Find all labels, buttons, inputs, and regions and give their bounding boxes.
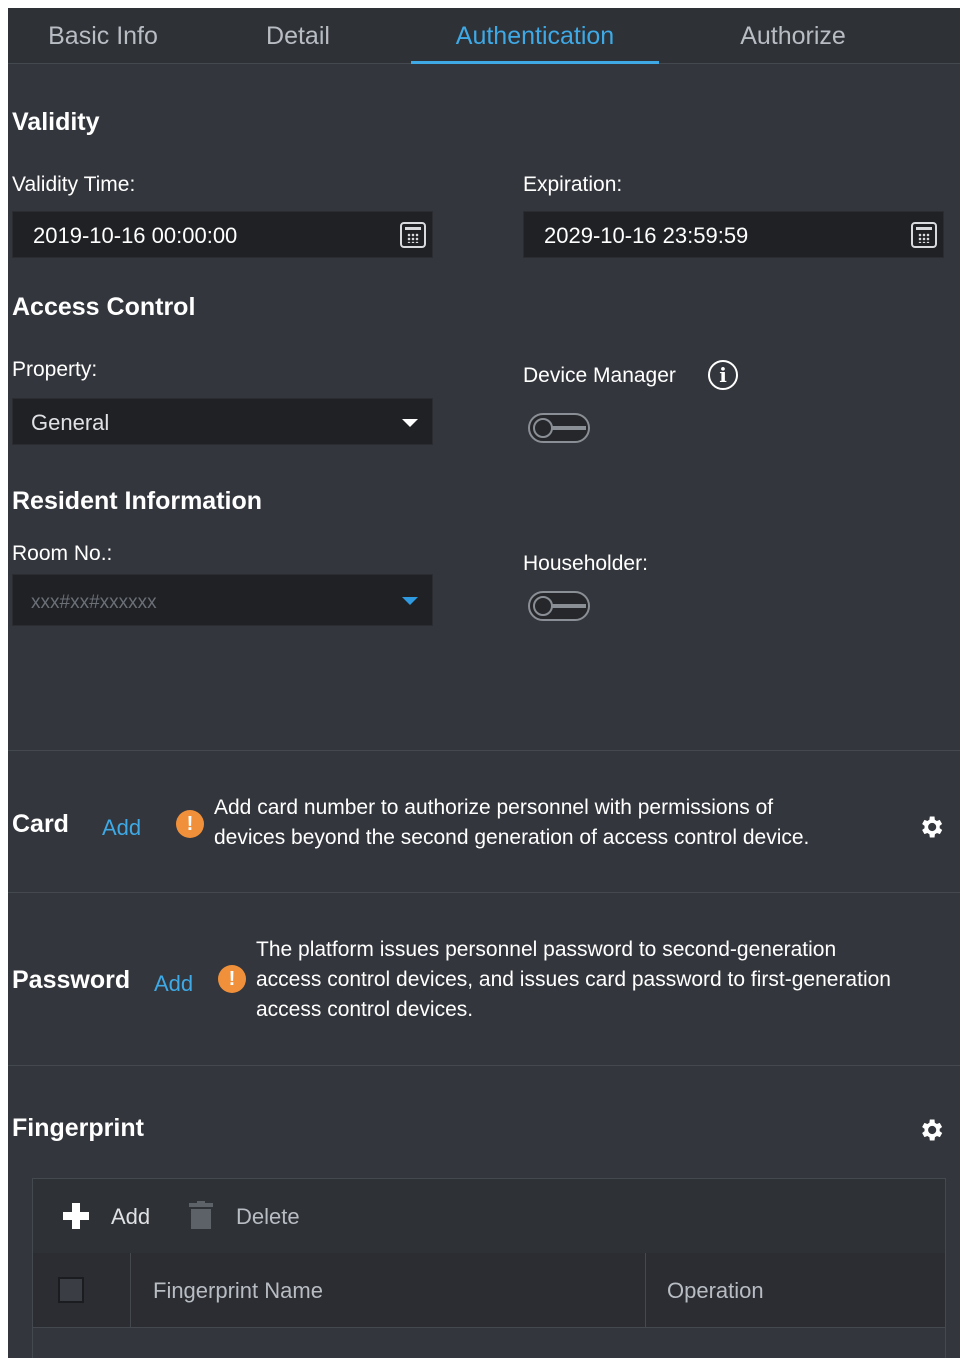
device-manager-label: Device Manager xyxy=(523,364,676,387)
divider xyxy=(8,750,960,751)
add-password-link[interactable]: Add xyxy=(154,971,193,997)
validity-section-title: Validity xyxy=(12,108,100,136)
expiration-label: Expiration: xyxy=(523,173,623,196)
room-no-placeholder: xxx#xx#xxxxxx xyxy=(31,592,157,613)
fingerprint-section-title: Fingerprint xyxy=(12,1114,144,1142)
fingerprint-add-button[interactable]: Add xyxy=(111,1179,150,1253)
divider xyxy=(8,1065,960,1066)
room-no-label: Room No.: xyxy=(12,542,113,565)
card-hint: Add card number to authorize personnel w… xyxy=(214,793,809,853)
property-label: Property: xyxy=(12,358,98,381)
fingerprint-table: Add Delete Fingerprint Name Operation xyxy=(32,1178,946,1358)
column-separator xyxy=(130,1253,131,1327)
householder-toggle[interactable] xyxy=(528,591,590,621)
password-section-title: Password xyxy=(12,966,131,994)
expiration-value: 2029-10-16 23:59:59 xyxy=(544,223,749,248)
chevron-down-icon xyxy=(402,597,418,605)
property-select[interactable]: General xyxy=(12,398,433,445)
room-no-select[interactable]: xxx#xx#xxxxxx xyxy=(12,574,433,626)
calendar-icon[interactable] xyxy=(911,222,937,248)
add-card-link[interactable]: Add xyxy=(102,815,141,841)
tab-bar: Basic Info Detail Authentication Authori… xyxy=(8,8,960,64)
password-hint-line-1: The platform issues personnel password t… xyxy=(256,938,837,961)
expiration-field[interactable]: 2029-10-16 23:59:59 xyxy=(523,211,944,258)
card-hint-line-1: Add card number to authorize personnel w… xyxy=(214,796,774,819)
tab-authentication[interactable]: Authentication xyxy=(411,8,659,64)
select-all-checkbox[interactable] xyxy=(58,1277,84,1303)
validity-time-field[interactable]: 2019-10-16 00:00:00 xyxy=(12,211,433,258)
column-fingerprint-name: Fingerprint Name xyxy=(153,1278,323,1303)
chevron-down-icon xyxy=(402,419,418,427)
fingerprint-table-header: Fingerprint Name Operation xyxy=(33,1253,945,1328)
person-edit-panel: Basic Info Detail Authentication Authori… xyxy=(8,8,960,1358)
password-hint-line-2: access control devices, and issues card … xyxy=(256,968,891,991)
fingerprint-delete-button[interactable]: Delete xyxy=(236,1179,300,1253)
info-icon[interactable]: i xyxy=(708,360,738,390)
column-operation: Operation xyxy=(667,1278,764,1303)
column-separator xyxy=(645,1253,646,1327)
password-hint-line-3: access control devices. xyxy=(256,998,474,1021)
warning-icon: ! xyxy=(218,965,246,993)
householder-label: Householder: xyxy=(523,552,648,575)
gear-icon[interactable] xyxy=(917,1116,945,1144)
trash-icon xyxy=(189,1201,213,1229)
tab-basic-info[interactable]: Basic Info xyxy=(8,8,198,63)
validity-time-value: 2019-10-16 00:00:00 xyxy=(33,223,238,248)
plus-icon[interactable] xyxy=(63,1203,89,1229)
divider xyxy=(8,892,960,893)
validity-time-label: Validity Time: xyxy=(12,173,136,196)
tab-detail[interactable]: Detail xyxy=(198,8,398,63)
gear-icon[interactable] xyxy=(917,813,945,841)
resident-section-title: Resident Information xyxy=(12,487,263,515)
fingerprint-toolbar: Add Delete xyxy=(33,1179,945,1254)
warning-icon: ! xyxy=(176,810,204,838)
property-value: General xyxy=(31,410,110,435)
card-section-title: Card xyxy=(12,810,69,838)
access-control-section-title: Access Control xyxy=(12,293,196,321)
tab-authorize[interactable]: Authorize xyxy=(668,8,918,63)
password-hint: The platform issues personnel password t… xyxy=(256,935,891,1025)
device-manager-toggle[interactable] xyxy=(528,413,590,443)
calendar-icon[interactable] xyxy=(400,222,426,248)
card-hint-line-2: devices beyond the second generation of … xyxy=(214,826,810,849)
